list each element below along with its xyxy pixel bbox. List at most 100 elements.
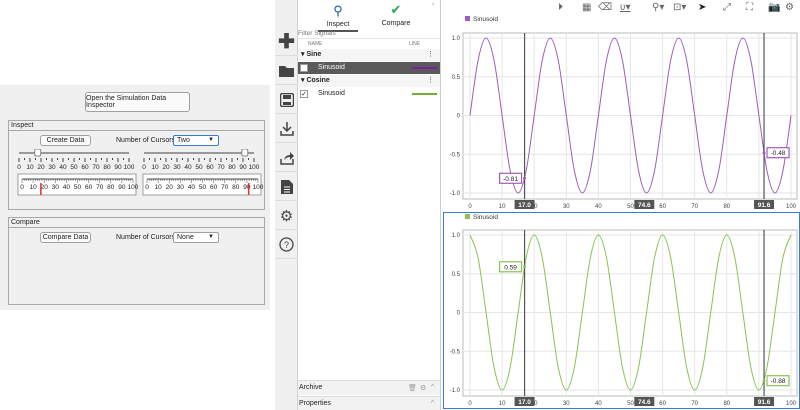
compare-data-button[interactable]: Compare Data xyxy=(40,232,91,243)
gauge-tick-label: 20 xyxy=(166,184,174,191)
cursor-label: 17.0 xyxy=(518,202,531,209)
gauge-tick-label: 80 xyxy=(107,184,115,191)
tab-compare[interactable]: ✔ Compare xyxy=(366,0,426,30)
help-icon[interactable]: ? xyxy=(275,231,298,259)
x-tick-label: 70 xyxy=(691,204,698,210)
more-icon[interactable]: ⋮ xyxy=(427,49,434,61)
signal-row-cosine[interactable]: ✓ Sinusoid xyxy=(298,88,440,100)
slider-tick-label: 70 xyxy=(217,164,225,171)
group-sine[interactable]: ▾ Sine ⋮ xyxy=(298,49,440,61)
app-window: Open the Simulation Data Inspector Inspe… xyxy=(0,85,270,310)
gauge-tick-label: 40 xyxy=(63,184,71,191)
plot-area: ⏵ ▦ ⌫ ʋ▾ ⚲▾ ⊡▾ ➤ ⤢ ⛶ 📷 ⚙ Sinusoid0102030… xyxy=(443,0,800,410)
col-name: NAME xyxy=(308,41,323,47)
save-icon[interactable] xyxy=(275,86,298,114)
slider-tick-label: 10 xyxy=(26,164,34,171)
open-sdi-button[interactable]: Open the Simulation Data Inspector xyxy=(85,92,190,112)
slider-tick-label: 40 xyxy=(59,164,67,171)
chevron-down-icon: ▼ xyxy=(208,137,214,143)
y-tick-label: 1.0 xyxy=(452,36,461,42)
x-tick-label: 80 xyxy=(723,204,730,210)
create-data-button[interactable]: Create Data xyxy=(40,135,91,146)
legend-swatch xyxy=(465,214,470,219)
x-tick-label: 50 xyxy=(627,204,634,210)
line-swatch[interactable] xyxy=(412,93,437,95)
slider-tick-label: 20 xyxy=(37,164,45,171)
slider-thumb[interactable] xyxy=(241,149,249,157)
group-cosine[interactable]: ▾ Cosine ⋮ xyxy=(298,75,440,87)
plot-1[interactable]: Sinusoid01020304050607080901001.00.50-0.… xyxy=(450,16,798,210)
filter-signals-input[interactable]: Filter Signals xyxy=(298,30,440,39)
delta-label: 74.6 xyxy=(638,202,651,209)
tab-inspect[interactable]: ⚲ Inspect xyxy=(308,0,368,32)
gauge-tick-label: 20 xyxy=(41,184,49,191)
slider-tick-label: 40 xyxy=(184,164,192,171)
group-name: Sine xyxy=(306,51,322,58)
gear-icon[interactable]: ⚙ xyxy=(275,202,298,230)
cursor-point xyxy=(762,151,766,155)
gauge-tick-label: 70 xyxy=(96,184,104,191)
gauge-tick-label: 100 xyxy=(128,184,139,191)
gear-icon[interactable]: ⚙ xyxy=(420,384,426,392)
gauge-tick-label: 0 xyxy=(145,184,149,191)
gauge-tick-label: 0 xyxy=(20,184,24,191)
plot-2[interactable]: Sinusoid01020304050607080901001.00.50-0.… xyxy=(450,214,798,407)
chevron-up-icon[interactable]: ^ xyxy=(431,384,434,391)
check-circle-icon: ✔ xyxy=(390,2,402,17)
gauge-tick-label: 60 xyxy=(85,184,93,191)
chevron-up-icon[interactable]: ^ xyxy=(431,400,434,407)
line-swatch[interactable] xyxy=(412,67,437,69)
x-tick-label: 70 xyxy=(691,401,698,407)
checkbox[interactable] xyxy=(300,64,308,72)
archive-section[interactable]: Archive 🗑 ⚙ ^ xyxy=(298,380,440,395)
plus-icon[interactable]: ✚ xyxy=(275,28,298,56)
x-tick-label: 50 xyxy=(627,401,634,407)
compare-cursors-dropdown[interactable]: None ▼ xyxy=(173,232,219,243)
slider-tick-label: 30 xyxy=(173,164,181,171)
search-icon: ⚲ xyxy=(333,3,343,18)
delta-label: 74.6 xyxy=(638,399,651,406)
y-tick-label: 0.5 xyxy=(452,272,461,278)
slider-tick-label: 50 xyxy=(70,164,78,171)
compare-cursors-label: Number of Cursors xyxy=(116,234,176,241)
slider-tick-label: 90 xyxy=(114,164,122,171)
more-icon[interactable]: ⋮ xyxy=(427,75,434,87)
checkbox-checked[interactable]: ✓ xyxy=(300,90,308,98)
y-tick-label: 0 xyxy=(457,311,461,317)
collapse-icon[interactable]: ‹ xyxy=(432,1,434,8)
gauge-tick-label: 100 xyxy=(253,184,264,191)
x-tick-label: 10 xyxy=(499,204,506,210)
y-tick-label: -0.5 xyxy=(450,152,461,158)
folder-icon[interactable] xyxy=(275,57,298,85)
share-icon[interactable] xyxy=(275,144,298,172)
inspect-cursors-dropdown[interactable]: Two ▼ xyxy=(173,135,219,146)
gauge-tick-label: 50 xyxy=(74,184,82,191)
gauge-tick-label: 10 xyxy=(154,184,162,191)
x-tick-label: 0 xyxy=(468,401,472,407)
slider-thumb[interactable] xyxy=(34,149,42,157)
slider-tick-label: 70 xyxy=(92,164,100,171)
slider-tick-label: 0 xyxy=(17,164,21,171)
properties-label: Properties xyxy=(299,400,331,407)
compare-panel: Compare Compare Data Number of Cursors N… xyxy=(8,217,265,305)
trash-icon[interactable]: 🗑 xyxy=(408,384,417,392)
signal-name: Sinusoid xyxy=(318,64,345,71)
readout-value: -0.81 xyxy=(503,176,518,183)
slider-tick-label: 80 xyxy=(103,164,111,171)
gauge-tick-label: 30 xyxy=(52,184,60,191)
y-tick-label: -1.0 xyxy=(450,191,461,197)
slider-gauge-area: 0 10 20 30 40 50 60 70 80 90 1000 10 20 30 40 50 60 70 80 9… xyxy=(17,149,264,196)
import-icon[interactable] xyxy=(275,115,298,143)
gauge-tick-label: 90 xyxy=(243,184,251,191)
cursor-label: 91.6 xyxy=(758,202,771,209)
col-line: LINE xyxy=(409,41,421,47)
properties-section[interactable]: Properties ^ xyxy=(298,396,440,410)
slider-tick-label: 20 xyxy=(162,164,170,171)
dropdown-value: Two xyxy=(177,137,190,144)
readout-value: -0.48 xyxy=(771,150,786,157)
report-icon[interactable] xyxy=(275,173,298,201)
signal-row-sine[interactable]: Sinusoid xyxy=(298,62,440,74)
x-tick-label: 100 xyxy=(786,401,797,407)
gauge-tick-label: 70 xyxy=(221,184,229,191)
slider-tick-label: 30 xyxy=(48,164,56,171)
